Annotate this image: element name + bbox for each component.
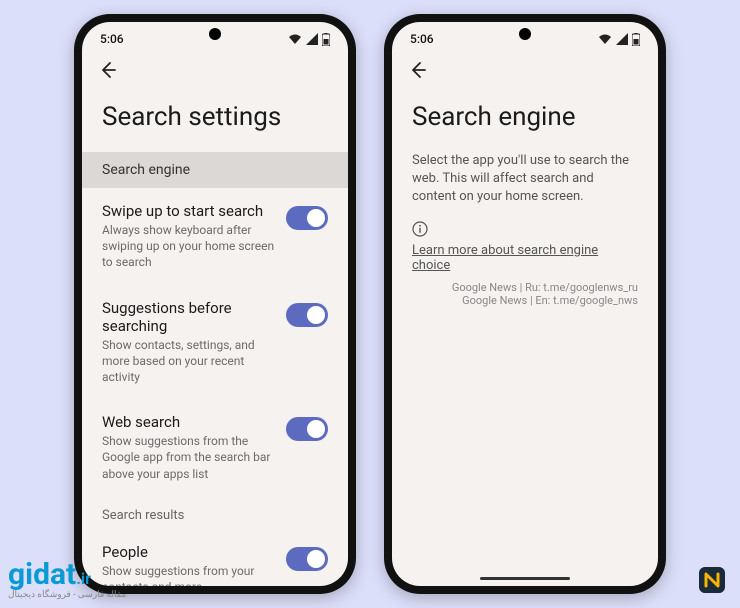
battery-icon bbox=[322, 33, 330, 46]
wifi-icon bbox=[598, 33, 612, 45]
back-button[interactable] bbox=[392, 52, 658, 84]
info-icon bbox=[412, 221, 428, 237]
back-button[interactable] bbox=[82, 52, 348, 84]
watermark-right bbox=[698, 566, 726, 594]
setting-swipe-up-search[interactable]: Swipe up to start search Always show key… bbox=[82, 188, 348, 285]
info-row bbox=[392, 207, 658, 237]
status-time: 5:06 bbox=[100, 32, 124, 46]
phone-right: 5:06 Search engine Select the app you'll… bbox=[384, 14, 666, 594]
setting-desc: Show suggestions from the Google app fro… bbox=[102, 433, 276, 482]
status-icons bbox=[598, 33, 640, 46]
signal-icon bbox=[616, 33, 628, 45]
front-camera-icon bbox=[519, 28, 531, 40]
signal-icon bbox=[306, 33, 318, 45]
watermark-sub: مقاله فارسی - فروشگاه دیجیتال bbox=[8, 590, 126, 600]
setting-desc: Show contacts, settings, and more based … bbox=[102, 337, 276, 386]
toggle-people[interactable] bbox=[286, 547, 328, 571]
arrow-left-icon bbox=[98, 60, 118, 80]
arrow-left-icon bbox=[408, 60, 428, 80]
n-badge-icon bbox=[698, 566, 726, 594]
setting-title: Swipe up to start search bbox=[102, 202, 276, 220]
setting-web-search[interactable]: Web search Show suggestions from the Goo… bbox=[82, 399, 348, 496]
page-title: Search engine bbox=[392, 84, 658, 152]
watermark-left: gidat.ir مقاله فارسی - فروشگاه دیجیتال bbox=[8, 560, 126, 600]
setting-suggestions-before[interactable]: Suggestions before searching Show contac… bbox=[82, 285, 348, 400]
front-camera-icon bbox=[209, 28, 221, 40]
setting-title: Web search bbox=[102, 413, 276, 431]
page-description: Select the app you'll use to search the … bbox=[392, 152, 658, 207]
channel-line: Google News | Ru: t.me/googlenws_ru bbox=[412, 281, 638, 294]
setting-title: People bbox=[102, 543, 276, 561]
channel-line: Google News | En: t.me/google_nws bbox=[412, 294, 638, 307]
battery-icon bbox=[632, 33, 640, 46]
screen-right: 5:06 Search engine Select the app you'll… bbox=[392, 22, 658, 586]
watermark-logo: gidat bbox=[8, 557, 76, 592]
toggle-suggestions[interactable] bbox=[286, 303, 328, 327]
page-title: Search settings bbox=[82, 84, 348, 152]
channel-credits: Google News | Ru: t.me/googlenws_ru Goog… bbox=[392, 281, 658, 307]
home-indicator[interactable] bbox=[480, 577, 570, 580]
section-search-engine[interactable]: Search engine bbox=[82, 152, 348, 188]
setting-desc: Always show keyboard after swiping up on… bbox=[102, 222, 276, 271]
screen-left: 5:06 Search settings Search engine Swipe… bbox=[82, 22, 348, 586]
section-search-results: Search results bbox=[82, 496, 348, 529]
toggle-web-search[interactable] bbox=[286, 417, 328, 441]
phone-left: 5:06 Search settings Search engine Swipe… bbox=[74, 14, 356, 594]
learn-more-link[interactable]: Learn more about search engine choice bbox=[392, 237, 658, 273]
toggle-swipe-up[interactable] bbox=[286, 206, 328, 230]
status-icons bbox=[288, 33, 330, 46]
wifi-icon bbox=[288, 33, 302, 45]
setting-desc: Show suggestions from your contacts and … bbox=[102, 563, 276, 586]
status-time: 5:06 bbox=[410, 32, 434, 46]
setting-title: Suggestions before searching bbox=[102, 299, 276, 335]
